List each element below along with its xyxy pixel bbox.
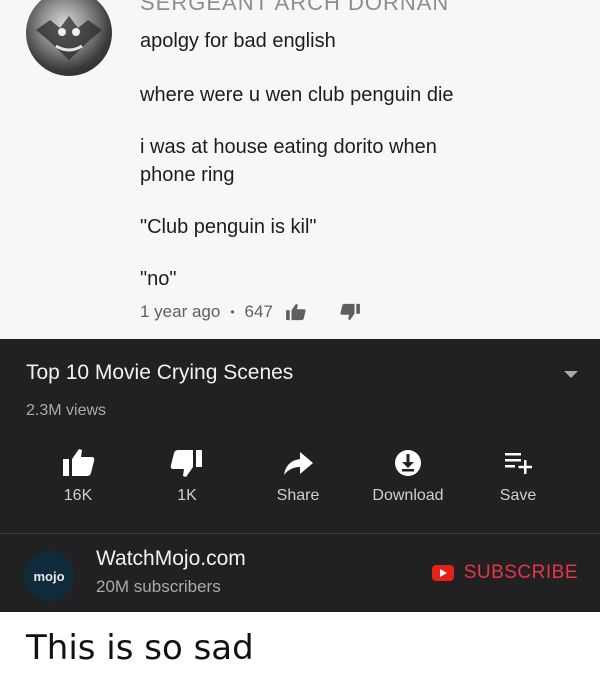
video-info-panel: Top 10 Movie Crying Scenes 2.3M views 16…	[0, 339, 600, 612]
comment-line: phone ring	[140, 164, 235, 186]
save-label: Save	[499, 487, 537, 504]
meme-caption: This is so sad	[26, 628, 254, 668]
channel-logo-text: mojo	[33, 568, 65, 584]
view-count: 2.3M views	[26, 402, 107, 419]
divider	[0, 533, 600, 534]
thumbs-down-icon	[170, 450, 202, 477]
like-count: 16K	[63, 487, 93, 504]
dislike-button[interactable]: 1K	[132, 437, 242, 517]
youtube-play-icon	[431, 565, 454, 581]
comment-like-count: 647	[244, 302, 273, 321]
dislike-count: 1K	[177, 487, 197, 504]
download-icon	[395, 450, 421, 476]
comment-line: "no"	[140, 268, 177, 290]
share-label: Share	[276, 487, 320, 504]
save-button[interactable]: Save	[463, 437, 573, 517]
avatar[interactable]	[26, 0, 112, 76]
subscribe-label: SUBSCRIBE	[463, 562, 578, 583]
avatar-image	[36, 16, 102, 60]
share-button[interactable]: Share	[243, 437, 353, 517]
comment-line: "Club penguin is kil"	[140, 216, 317, 238]
thumbs-down-icon[interactable]	[339, 303, 361, 321]
thumbs-up-icon[interactable]	[285, 303, 307, 321]
like-button[interactable]: 16K	[23, 437, 133, 517]
video-title[interactable]: Top 10 Movie Crying Scenes	[26, 361, 293, 385]
channel-name[interactable]: WatchMojo.com	[96, 547, 246, 571]
subscribe-button[interactable]: SUBSCRIBE	[431, 562, 578, 584]
share-icon	[284, 452, 313, 475]
action-bar: 16K 1K Share Download Save	[0, 437, 600, 517]
comment-line: i was at house eating dorito when	[140, 136, 437, 158]
meta-separator: •	[230, 305, 235, 319]
comment-card: SERGEANT ARCH DORNAN apolgy for bad engl…	[0, 0, 600, 339]
add-to-playlist-icon	[505, 453, 532, 474]
thumbs-up-icon	[63, 449, 95, 476]
download-button[interactable]: Download	[353, 437, 463, 517]
comment-author[interactable]: SERGEANT ARCH DORNAN	[140, 0, 449, 16]
comment-line: where were u wen club penguin die	[140, 84, 454, 106]
channel-avatar[interactable]: mojo	[24, 551, 74, 601]
comment-meta: 1 year ago • 647	[140, 302, 361, 322]
expand-description-icon[interactable]	[564, 371, 578, 378]
comment-time: 1 year ago	[140, 302, 221, 321]
download-label: Download	[372, 487, 444, 504]
subscriber-count: 20M subscribers	[96, 577, 221, 596]
comment-line: apolgy for bad english	[140, 30, 336, 52]
